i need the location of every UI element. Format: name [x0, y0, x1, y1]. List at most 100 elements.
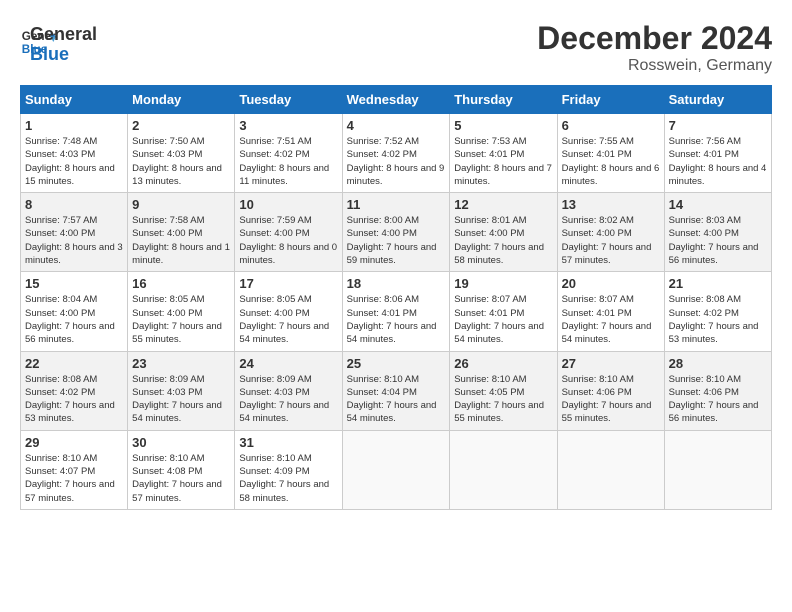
day-number: 5 [454, 118, 552, 133]
calendar-cell: 9 Sunrise: 7:58 AMSunset: 4:00 PMDaylight… [128, 193, 235, 272]
day-detail: Sunrise: 8:00 AMSunset: 4:00 PMDaylight:… [347, 214, 446, 267]
day-detail: Sunrise: 8:08 AMSunset: 4:02 PMDaylight:… [25, 373, 123, 426]
col-sunday: Sunday [21, 86, 128, 114]
day-detail: Sunrise: 8:05 AMSunset: 4:00 PMDaylight:… [239, 293, 337, 346]
calendar-cell: 28 Sunrise: 8:10 AMSunset: 4:06 PMDayligh… [664, 351, 771, 430]
day-detail: Sunrise: 8:05 AMSunset: 4:00 PMDaylight:… [132, 293, 230, 346]
calendar-cell: 12Sunrise: 8:01 AMSunset: 4:00 PMDayligh… [450, 193, 557, 272]
calendar-cell: 6Sunrise: 7:55 AMSunset: 4:01 PMDaylight… [557, 114, 664, 193]
calendar-cell: 26 Sunrise: 8:10 AMSunset: 4:05 PMDayligh… [450, 351, 557, 430]
day-detail: Sunrise: 7:58 AMSunset: 4:00 PMDaylight:… [132, 214, 230, 267]
day-detail: Sunrise: 8:07 AMSunset: 4:01 PMDaylight:… [562, 293, 660, 346]
day-detail: Sunrise: 8:10 AMSunset: 4:06 PMDaylight:… [669, 373, 767, 426]
day-detail: Sunrise: 8:10 AMSunset: 4:08 PMDaylight:… [132, 452, 230, 505]
day-number: 10 [239, 197, 337, 212]
day-detail: Sunrise: 8:06 AMSunset: 4:01 PMDaylight:… [347, 293, 446, 346]
day-number: 24 [239, 356, 337, 371]
calendar-cell [557, 430, 664, 509]
title-area: December 2024 Rosswein, Germany [537, 20, 772, 75]
calendar-cell: 29 Sunrise: 8:10 AMSunset: 4:07 PMDayligh… [21, 430, 128, 509]
logo: General Blue General Blue [20, 20, 97, 65]
day-detail: Sunrise: 8:09 AMSunset: 4:03 PMDaylight:… [132, 373, 230, 426]
calendar-cell: 19Sunrise: 8:07 AMSunset: 4:01 PMDayligh… [450, 272, 557, 351]
day-detail: Sunrise: 7:56 AMSunset: 4:01 PMDaylight:… [669, 135, 767, 188]
day-number: 23 [132, 356, 230, 371]
calendar-cell: 22 Sunrise: 8:08 AMSunset: 4:02 PMDayligh… [21, 351, 128, 430]
col-thursday: Thursday [450, 86, 557, 114]
day-number: 26 [454, 356, 552, 371]
calendar-cell: 2 Sunrise: 7:50 AMSunset: 4:03 PMDaylight… [128, 114, 235, 193]
calendar-cell: 21Sunrise: 8:08 AMSunset: 4:02 PMDayligh… [664, 272, 771, 351]
calendar-cell: 13 Sunrise: 8:02 AMSunset: 4:00 PMDayligh… [557, 193, 664, 272]
col-friday: Friday [557, 86, 664, 114]
calendar-cell: 4Sunrise: 7:52 AMSunset: 4:02 PMDaylight… [342, 114, 450, 193]
day-number: 7 [669, 118, 767, 133]
day-detail: Sunrise: 8:10 AMSunset: 4:05 PMDaylight:… [454, 373, 552, 426]
calendar-cell: 1 Sunrise: 7:48 AMSunset: 4:03 PMDaylight… [21, 114, 128, 193]
day-detail: Sunrise: 8:10 AMSunset: 4:09 PMDaylight:… [239, 452, 337, 505]
day-detail: Sunrise: 8:01 AMSunset: 4:00 PMDaylight:… [454, 214, 552, 267]
day-number: 18 [347, 276, 446, 291]
calendar-cell: 7 Sunrise: 7:56 AMSunset: 4:01 PMDaylight… [664, 114, 771, 193]
day-number: 20 [562, 276, 660, 291]
calendar-cell: 11 Sunrise: 8:00 AMSunset: 4:00 PMDayligh… [342, 193, 450, 272]
day-number: 9 [132, 197, 230, 212]
calendar-cell: 20 Sunrise: 8:07 AMSunset: 4:01 PMDayligh… [557, 272, 664, 351]
day-number: 1 [25, 118, 123, 133]
calendar-cell: 3 Sunrise: 7:51 AMSunset: 4:02 PMDaylight… [235, 114, 342, 193]
day-detail: Sunrise: 8:07 AMSunset: 4:01 PMDaylight:… [454, 293, 552, 346]
day-number: 28 [669, 356, 767, 371]
header: General Blue General Blue December 2024 … [20, 20, 772, 75]
page-container: General Blue General Blue December 2024 … [20, 20, 772, 510]
col-saturday: Saturday [664, 86, 771, 114]
day-detail: Sunrise: 8:10 AMSunset: 4:04 PMDaylight:… [347, 373, 446, 426]
day-detail: Sunrise: 8:03 AMSunset: 4:00 PMDaylight:… [669, 214, 767, 267]
calendar-cell [664, 430, 771, 509]
day-detail: Sunrise: 7:50 AMSunset: 4:03 PMDaylight:… [132, 135, 230, 188]
logo-blue: Blue [30, 45, 97, 65]
day-detail: Sunrise: 7:53 AMSunset: 4:01 PMDaylight:… [454, 135, 552, 188]
day-number: 29 [25, 435, 123, 450]
day-number: 6 [562, 118, 660, 133]
day-number: 21 [669, 276, 767, 291]
calendar-cell: 10 Sunrise: 7:59 AMSunset: 4:00 PMDayligh… [235, 193, 342, 272]
calendar-cell: 27Sunrise: 8:10 AMSunset: 4:06 PMDayligh… [557, 351, 664, 430]
day-detail: Sunrise: 8:10 AMSunset: 4:07 PMDaylight:… [25, 452, 123, 505]
calendar-cell: 5 Sunrise: 7:53 AMSunset: 4:01 PMDaylight… [450, 114, 557, 193]
day-detail: Sunrise: 7:51 AMSunset: 4:02 PMDaylight:… [239, 135, 337, 188]
day-number: 13 [562, 197, 660, 212]
calendar-cell: 23 Sunrise: 8:09 AMSunset: 4:03 PMDayligh… [128, 351, 235, 430]
calendar-row-2: 15Sunrise: 8:04 AMSunset: 4:00 PMDayligh… [21, 272, 772, 351]
calendar-cell: 18 Sunrise: 8:06 AMSunset: 4:01 PMDayligh… [342, 272, 450, 351]
calendar-cell: 24 Sunrise: 8:09 AMSunset: 4:03 PMDayligh… [235, 351, 342, 430]
logo-general: General [30, 25, 97, 45]
day-number: 27 [562, 356, 660, 371]
calendar-cell: 8 Sunrise: 7:57 AMSunset: 4:00 PMDaylight… [21, 193, 128, 272]
day-number: 8 [25, 197, 123, 212]
day-detail: Sunrise: 7:59 AMSunset: 4:00 PMDaylight:… [239, 214, 337, 267]
day-number: 11 [347, 197, 446, 212]
calendar-row-1: 8 Sunrise: 7:57 AMSunset: 4:00 PMDaylight… [21, 193, 772, 272]
calendar-cell [342, 430, 450, 509]
calendar-cell: 25Sunrise: 8:10 AMSunset: 4:04 PMDayligh… [342, 351, 450, 430]
day-number: 3 [239, 118, 337, 133]
calendar-row-0: 1 Sunrise: 7:48 AMSunset: 4:03 PMDaylight… [21, 114, 772, 193]
calendar-cell: 17Sunrise: 8:05 AMSunset: 4:00 PMDayligh… [235, 272, 342, 351]
day-number: 15 [25, 276, 123, 291]
calendar-cell: 16 Sunrise: 8:05 AMSunset: 4:00 PMDayligh… [128, 272, 235, 351]
day-detail: Sunrise: 7:57 AMSunset: 4:00 PMDaylight:… [25, 214, 123, 267]
day-number: 22 [25, 356, 123, 371]
day-number: 4 [347, 118, 446, 133]
day-number: 2 [132, 118, 230, 133]
day-detail: Sunrise: 8:02 AMSunset: 4:00 PMDaylight:… [562, 214, 660, 267]
day-detail: Sunrise: 8:09 AMSunset: 4:03 PMDaylight:… [239, 373, 337, 426]
day-detail: Sunrise: 7:48 AMSunset: 4:03 PMDaylight:… [25, 135, 123, 188]
day-number: 14 [669, 197, 767, 212]
calendar-row-4: 29 Sunrise: 8:10 AMSunset: 4:07 PMDayligh… [21, 430, 772, 509]
calendar-header-row: Sunday Monday Tuesday Wednesday Thursday… [21, 86, 772, 114]
day-number: 16 [132, 276, 230, 291]
calendar-cell [450, 430, 557, 509]
calendar-cell: 14 Sunrise: 8:03 AMSunset: 4:00 PMDayligh… [664, 193, 771, 272]
col-monday: Monday [128, 86, 235, 114]
calendar-table: Sunday Monday Tuesday Wednesday Thursday… [20, 85, 772, 510]
